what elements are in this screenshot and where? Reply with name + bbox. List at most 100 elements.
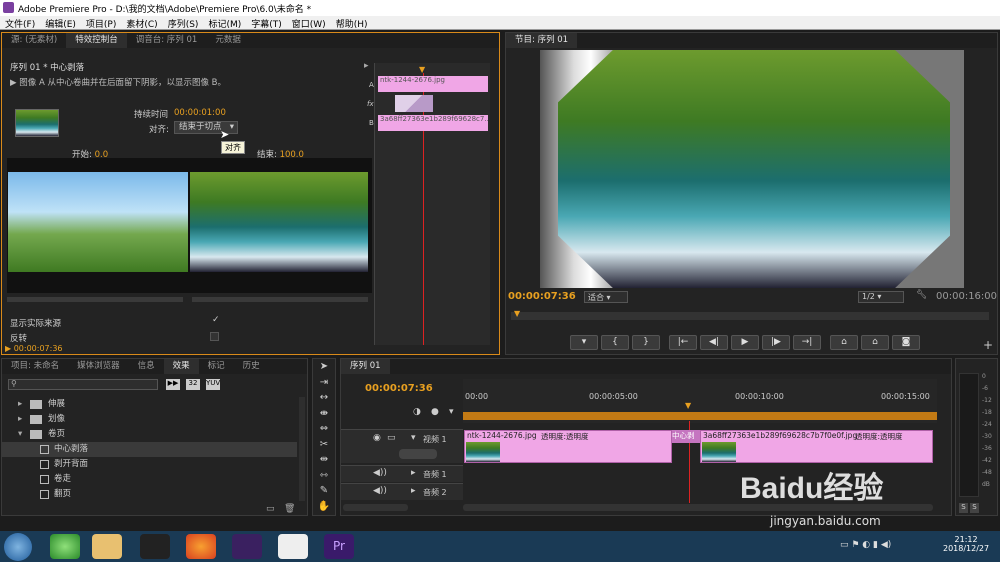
program-timecode[interactable]: 00:00:07:36 [508,291,576,302]
play-transition-icon[interactable]: ▶ [10,78,19,88]
transition-bar[interactable] [395,95,433,112]
effects-scrollbar[interactable] [299,397,305,501]
track-select-tool-icon[interactable]: ⇥ [313,375,335,391]
start-button[interactable] [4,533,32,561]
tab-program[interactable]: 节目: 序列 01 [506,33,578,48]
tab-effect-controls[interactable]: 特效控制台 [66,33,127,48]
expand-arrow-icon[interactable]: ▸ [411,486,416,496]
program-scrubber[interactable]: ▼ [511,309,989,320]
menu-window[interactable]: 窗口(W) [287,16,331,30]
tree-item-page-turn[interactable]: 翻页 [2,487,297,502]
mark-out-button[interactable]: } [632,335,660,350]
reverse-checkbox[interactable] [210,332,219,341]
tab-project[interactable]: 项目: 未命名 [2,359,68,374]
tab-audio-mixer[interactable]: 调音台: 序列 01 [127,33,207,48]
menu-project[interactable]: 项目(P) [81,16,121,30]
clip-a-bar[interactable]: ntk-1244-2676.jpg [378,76,488,92]
mark-in-button[interactable]: { [601,335,629,350]
menu-title[interactable]: 字幕(T) [246,16,287,30]
razor-tool-icon[interactable]: ✂ [313,437,335,453]
tab-sequence-01[interactable]: 序列 01 [341,359,390,374]
expand-arrow-icon[interactable]: ▸ [364,61,369,71]
menu-edit[interactable]: 编辑(E) [40,16,81,30]
tray-clock[interactable]: 21:12 2018/12/27 [943,535,989,553]
tab-info[interactable]: 信息 [129,359,164,374]
snap-icon[interactable]: ◑ [413,407,421,417]
taskbar-app-360-icon[interactable] [50,534,80,559]
tab-metadata[interactable]: 元数据 [206,33,250,48]
play-button[interactable]: ▶ [731,335,759,350]
duration-value[interactable]: 00:00:01:00 [174,108,226,118]
wrench-icon[interactable]: 🔧︎ [916,290,927,300]
tree-item-center-peel[interactable]: 中心剥落 [2,442,297,457]
hand-tool-icon[interactable]: ✋ [313,499,335,515]
menu-sequence[interactable]: 序列(S) [163,16,204,30]
step-back-button[interactable]: ◀| [700,335,728,350]
sync-lock-icon[interactable]: ▭ [387,433,396,443]
zoom-slider[interactable] [343,504,408,511]
program-playhead-icon[interactable]: ▼ [514,309,520,318]
accelerated-effects-icon[interactable]: ▶▶ [166,379,180,390]
tree-folder-page-peel[interactable]: ▾ 卷页 [2,427,297,442]
clip-1-fx[interactable]: 透明度:透明度 [541,431,589,442]
taskbar-qq-icon[interactable] [140,534,170,559]
show-actual-sources-checkbox[interactable]: ✓ [212,315,220,325]
tree-item-page-roll[interactable]: 卷走 [2,472,297,487]
delete-icon[interactable]: 🗑︎ [284,504,295,514]
clip-b-bar[interactable]: 3a68ff27363e1b289f69628c7... [378,115,488,131]
ripple-edit-tool-icon[interactable]: ↔ [313,390,335,406]
clip-1[interactable]: ntk-1244-2676.jpg 透明度:透明度 [464,430,672,463]
clip-2[interactable]: 3a68ff27363e1b289f69628c7b7f0e0f.jpg 透明度… [700,430,933,463]
transition-clip[interactable]: 中心剥 [672,430,700,443]
add-marker-icon[interactable]: ▾ [449,407,454,417]
export-frame-button[interactable]: ◙ [892,335,920,350]
menu-file[interactable]: 文件(F) [0,16,40,30]
extract-button[interactable]: ⌂ [861,335,889,350]
tab-history[interactable]: 历史 [234,359,269,374]
tab-media-browser[interactable]: 媒体浏览器 [68,359,129,374]
clip-2-fx[interactable]: 透明度:透明度 [855,431,903,442]
tree-folder-stretch[interactable]: ▸ 伸展 [2,397,297,412]
tray-icons[interactable]: ▭ ⚑ ◐ ▮ ◀) [840,540,891,550]
tab-source[interactable]: 源: (无素材) [2,33,66,48]
pen-tool-icon[interactable]: ✎ [313,483,335,499]
new-bin-icon[interactable]: ▭ [266,504,275,514]
expand-arrow-icon[interactable]: ▸ [411,468,416,478]
tree-folder-iris[interactable]: ▸ 划像 [2,412,297,427]
add-button-icon[interactable]: + [983,338,993,352]
timeline-playhead-icon[interactable]: ▼ [685,401,691,410]
tab-effects[interactable]: 效果 [163,359,199,374]
speaker-icon[interactable]: ◀)) [373,468,387,478]
end-slider[interactable] [192,297,368,302]
menu-help[interactable]: 帮助(H) [331,16,373,30]
tab-markers[interactable]: 标记 [199,359,234,374]
taskbar-app-icon[interactable] [232,534,262,559]
solo-left-button[interactable]: S [959,503,968,513]
slide-tool-icon[interactable]: ⇿ [313,468,335,484]
collapse-arrow-icon[interactable]: ▾ [411,433,416,443]
marker-icon[interactable]: ● [431,407,439,417]
start-slider[interactable] [7,297,183,302]
rolling-edit-tool-icon[interactable]: ⇼ [313,406,335,422]
rate-stretch-tool-icon[interactable]: ⇔ [313,421,335,437]
lift-button[interactable]: ⌂ [830,335,858,350]
taskbar-recorder-icon[interactable] [278,534,308,559]
work-area-bar[interactable] [463,412,937,420]
solo-right-button[interactable]: S [970,503,979,513]
selection-tool-icon[interactable]: ➤ [313,359,335,375]
32bit-effects-icon[interactable]: 32 [186,379,200,390]
effects-search-input[interactable]: ⚲ [8,379,158,390]
timeline-ruler[interactable]: 00:00 00:00:05:00 00:00:10:00 00:00:15:0… [463,379,937,423]
timeline-timecode[interactable]: 00:00:07:36 [365,383,433,394]
taskbar-file-explorer-icon[interactable] [92,534,122,559]
taskbar-firefox-icon[interactable] [186,534,216,559]
taskbar-premiere-icon[interactable]: Pr [324,534,354,559]
slip-tool-icon[interactable]: ⇹ [313,452,335,468]
eye-icon[interactable]: ◉ [373,433,381,443]
go-to-in-button[interactable]: |← [669,335,697,350]
step-forward-button[interactable]: |▶ [762,335,790,350]
tree-item-peel-back[interactable]: 剥开背面 [2,457,297,472]
yuv-effects-icon[interactable]: YUV [206,379,220,390]
menu-clip[interactable]: 素材(C) [121,16,162,30]
marker-button[interactable]: ▾ [570,335,598,350]
